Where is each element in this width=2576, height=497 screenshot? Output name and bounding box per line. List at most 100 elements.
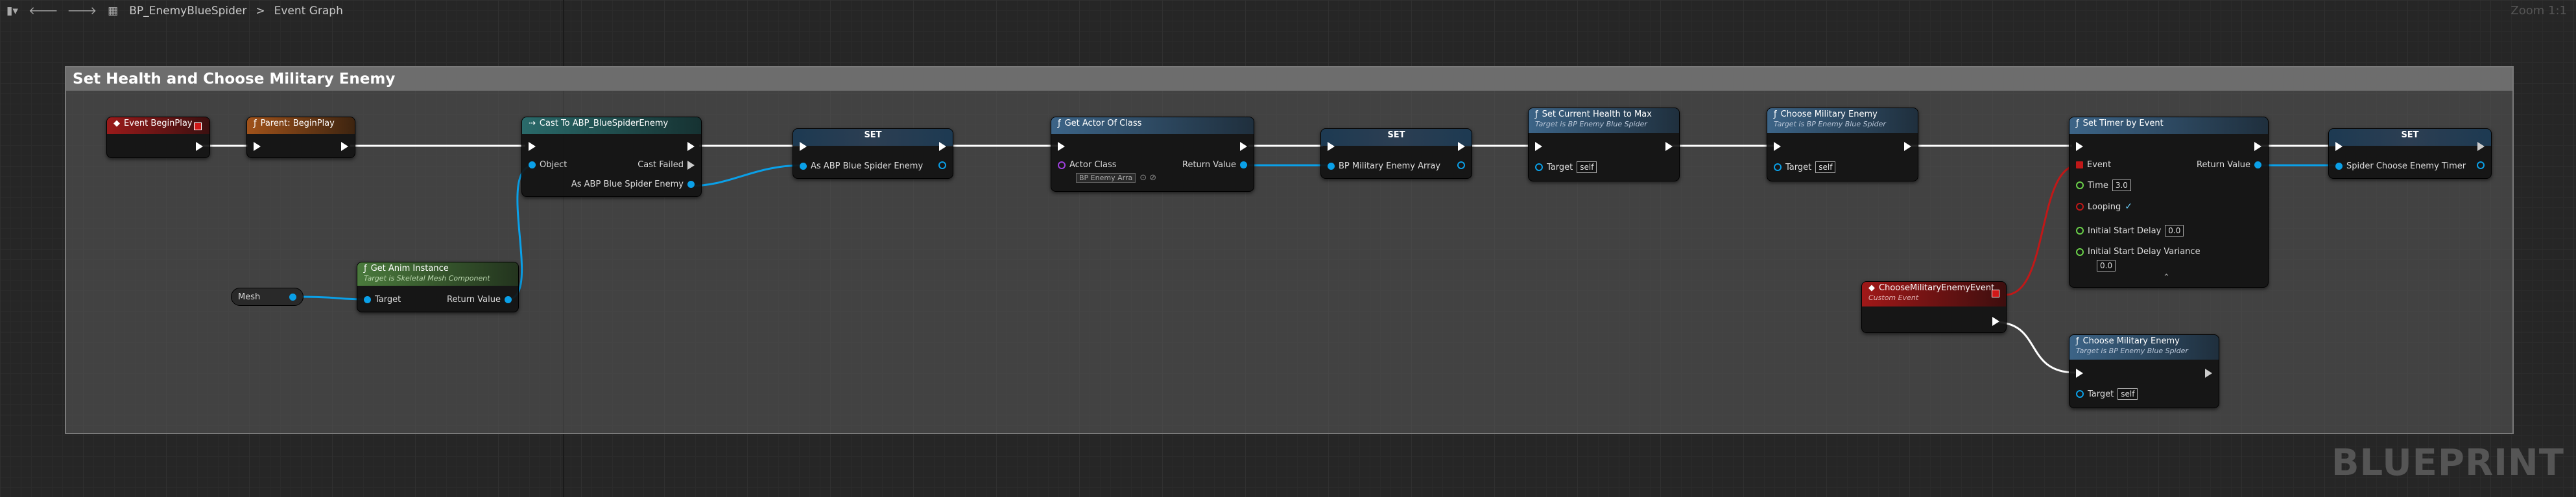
actor-class-dropdown[interactable]: BP Enemy Arra ⊙ ⊘ — [1076, 173, 1156, 183]
exec-out-pin[interactable] — [196, 142, 203, 151]
pin-label: Object — [540, 160, 567, 170]
exec-in-pin[interactable] — [254, 142, 261, 151]
node-subtitle: Target is BP Enemy Blue Spider — [2076, 347, 2188, 355]
time-pin[interactable]: Time 3.0 — [2076, 179, 2131, 191]
node-title: SET — [864, 130, 882, 140]
looping-pin[interactable]: Looping ✓ — [2076, 202, 2132, 212]
pin-label: BP Military Enemy Array — [1339, 161, 1441, 171]
browse-icon[interactable]: ⊙ ⊘ — [1139, 173, 1156, 183]
target-pin[interactable]: Target self — [1535, 161, 1597, 173]
target-pin[interactable]: Target self — [2076, 388, 2138, 400]
target-pin[interactable]: Target — [364, 295, 401, 305]
value-out-pin[interactable] — [938, 161, 946, 169]
node-title: Event BeginPlay — [124, 119, 193, 128]
target-self-field[interactable]: self — [1577, 161, 1597, 173]
exec-in-pin[interactable] — [2335, 142, 2343, 151]
dropdown-value[interactable]: BP Enemy Arra — [1076, 173, 1136, 183]
target-self-field[interactable]: self — [1815, 161, 1836, 173]
value-in-pin[interactable]: As ABP Blue Spider Enemy — [800, 161, 923, 171]
node-get-anim-instance[interactable]: ƒ Get Anim Instance Target is Skeletal Mes… — [357, 262, 519, 312]
node-set-timer-by-event[interactable]: ƒ Set Timer by Event Event Return Value T… — [2069, 117, 2269, 288]
exec-out-pin[interactable] — [1904, 142, 1911, 151]
initial-start-delay-variance-pin[interactable]: Initial Start Delay Variance — [2076, 247, 2200, 257]
node-get-actor-of-class[interactable]: ƒ Get Actor Of Class Actor Class BP Enemy… — [1051, 117, 1254, 192]
exec-in-pin[interactable] — [1328, 142, 1335, 151]
cast-failed-pin[interactable]: Cast Failed — [638, 160, 695, 170]
return-value-pin[interactable]: Return Value — [2197, 160, 2261, 170]
node-set-military-array[interactable]: SET BP Military Enemy Array — [1320, 128, 1472, 179]
exec-out-pin[interactable] — [1665, 142, 1673, 151]
node-event-beginplay[interactable]: ◆ Event BeginPlay — [106, 117, 210, 158]
initial-start-delay-variance-field[interactable]: 0.0 — [2097, 260, 2116, 272]
node-header: ⇢ Cast To ABP_BlueSpiderEnemy — [522, 117, 701, 134]
exec-in-pin[interactable] — [1058, 142, 1065, 151]
function-icon: ƒ — [254, 119, 257, 128]
target-pin[interactable]: Target self — [1774, 161, 1836, 173]
wire-cast-set — [688, 164, 805, 187]
node-choose-military-enemy-2[interactable]: ƒ Choose Military Enemy Target is BP Enemy… — [2069, 334, 2219, 408]
pin-label: Actor Class — [1069, 160, 1117, 170]
pin-label: Target — [1547, 162, 1573, 172]
exec-in-pin[interactable] — [1774, 142, 1781, 151]
node-parent-beginplay[interactable]: ƒ Parent: BeginPlay — [246, 117, 355, 158]
exec-out-pin[interactable] — [2205, 369, 2212, 378]
pin-label: Time — [2088, 180, 2108, 191]
pin-label: Target — [375, 295, 401, 305]
node-subtitle: Target is BP Enemy Blue Spider — [1535, 120, 1647, 128]
node-title: Get Actor Of Class — [1064, 119, 1142, 128]
exec-in-pin[interactable] — [529, 142, 536, 151]
delegate-icon[interactable] — [194, 122, 202, 130]
node-cast-to-abp[interactable]: ⇢ Cast To ABP_BlueSpiderEnemy Object Cast… — [521, 117, 702, 197]
object-pin[interactable]: Object — [529, 160, 567, 170]
node-header: SET — [793, 129, 953, 146]
node-choose-military-enemy[interactable]: ƒ Choose Military Enemy Target is BP Enemy… — [1767, 108, 1918, 181]
wire-exec-10 — [1994, 321, 2076, 374]
node-set-spider-timer[interactable]: SET Spider Choose Enemy Timer — [2328, 128, 2492, 179]
delegate-out-pin[interactable] — [1992, 290, 1999, 297]
value-in-pin[interactable]: Spider Choose Enemy Timer — [2335, 161, 2466, 171]
exec-out-pin[interactable] — [2254, 142, 2261, 151]
cast-icon: ⇢ — [529, 119, 536, 128]
time-field[interactable]: 3.0 — [2112, 179, 2131, 191]
initial-start-delay-pin[interactable]: Initial Start Delay 0.0 — [2076, 225, 2184, 237]
collapse-advanced-icon[interactable]: ⌃ — [2163, 273, 2170, 283]
return-value-pin[interactable]: Return Value — [447, 295, 512, 305]
actor-class-pin[interactable]: Actor Class — [1058, 160, 1117, 170]
exec-out-pin[interactable] — [939, 142, 946, 151]
exec-out-pin[interactable] — [687, 142, 695, 151]
looping-checkbox[interactable]: ✓ — [2125, 202, 2132, 212]
node-set-abp[interactable]: SET As ABP Blue Spider Enemy — [793, 128, 953, 179]
node-title: Choose Military Enemy — [1780, 110, 1878, 119]
value-out-pin[interactable] — [2477, 161, 2485, 169]
exec-out-pin[interactable] — [341, 142, 348, 151]
pin-label: Initial Start Delay Variance — [2088, 247, 2200, 257]
variance-field-wrap: 0.0 — [2097, 260, 2116, 272]
node-title: SET — [1387, 130, 1405, 140]
exec-out-pin[interactable] — [1992, 317, 1999, 326]
pin-label: Return Value — [2197, 160, 2250, 170]
return-value-pin[interactable]: Return Value — [1182, 160, 1247, 170]
node-header: ƒ Set Timer by Event — [2069, 117, 2268, 134]
event-pin[interactable]: Event — [2076, 160, 2111, 170]
initial-start-delay-field[interactable]: 0.0 — [2165, 225, 2184, 237]
as-abp-pin[interactable]: As ABP Blue Spider Enemy — [571, 179, 695, 189]
node-set-current-health[interactable]: ƒ Set Current Health to Max Target is BP E… — [1528, 108, 1680, 181]
pin-label: Target — [2088, 389, 2114, 399]
node-title: Get Anim Instance — [370, 264, 449, 273]
target-self-field[interactable]: self — [2117, 388, 2138, 400]
exec-in-pin[interactable] — [2076, 369, 2083, 378]
wire-event-delegate — [2005, 164, 2079, 296]
function-icon: ƒ — [1535, 110, 1538, 119]
exec-in-pin[interactable] — [1535, 142, 1542, 151]
node-mesh-variable[interactable]: Mesh — [231, 288, 304, 306]
exec-out-pin[interactable] — [2477, 142, 2485, 151]
node-header: ƒ Choose Military Enemy Target is BP Enemy… — [2069, 335, 2219, 360]
exec-out-pin[interactable] — [1240, 142, 1247, 151]
exec-in-pin[interactable] — [800, 142, 807, 151]
exec-out-pin[interactable] — [1458, 142, 1465, 151]
value-out-pin[interactable] — [1457, 161, 1465, 169]
value-in-pin[interactable]: BP Military Enemy Array — [1328, 161, 1440, 171]
node-custom-event[interactable]: ◆ ChooseMilitaryEnemyEvent Custom Event — [1861, 281, 2007, 333]
exec-in-pin[interactable] — [2076, 142, 2083, 151]
mesh-out-pin[interactable] — [289, 293, 296, 301]
